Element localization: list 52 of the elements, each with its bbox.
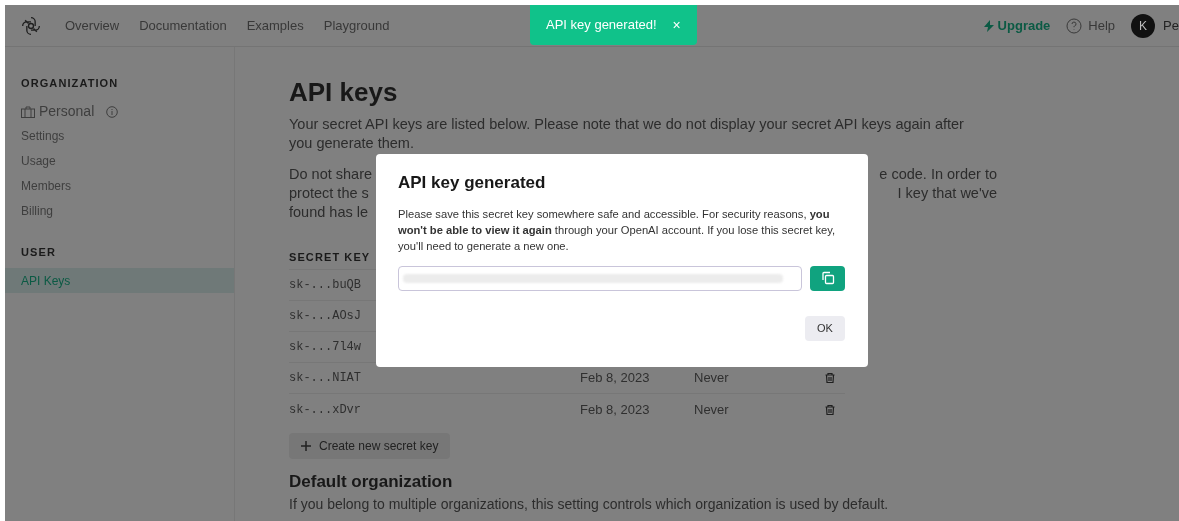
dialog-title: API key generated <box>398 172 547 194</box>
dialog-message: Please save this secret key somewhere safe and accessible. For security reasons, you won't be able to view it again through your OpenAI account. If you lose this secret key, you'll need to generate a new one. <box>398 206 837 254</box>
nav-link[interactable]: Playground <box>323 15 390 36</box>
key-cell-text: sk-...xDvr <box>289 401 362 419</box>
last-used-cell-text: Never <box>694 400 730 419</box>
key-cell-text: sk-...buQB <box>289 277 362 294</box>
ok-button[interactable]: OK <box>805 315 845 341</box>
sidebar-item[interactable]: API Keys <box>5 268 234 293</box>
notice-text: I key that we've <box>897 184 997 203</box>
sidebar-item[interactable]: Settings <box>5 123 234 149</box>
key-cell-text: sk-...AOsJ <box>289 308 362 325</box>
plus-icon <box>301 441 311 451</box>
upgrade-link[interactable]: Upgrade <box>983 15 1051 36</box>
notice-text: found has le <box>289 203 368 222</box>
logo-icon[interactable] <box>21 15 41 36</box>
info-icon[interactable] <box>106 105 119 118</box>
page-title: API keys <box>289 77 399 107</box>
date-cell-text: Feb 8, 2023 <box>580 369 651 388</box>
nav-link[interactable]: Overview <box>65 15 120 36</box>
user-avatar[interactable]: K <box>1131 13 1156 38</box>
section-text: If you belong to multiple organizations, this setting controls which organization is used by default. <box>289 495 890 512</box>
help-icon <box>1066 17 1083 34</box>
help-link[interactable]: Help <box>1066 15 1116 36</box>
intro-text: Your secret API keys are listed below. Please note that we do not display your secret API keys again after you generate them. <box>289 115 965 153</box>
last-used-cell-text: Never <box>694 369 730 388</box>
section-title: Default organization <box>289 471 454 493</box>
copy-icon <box>820 271 835 285</box>
secret-key-field[interactable] <box>398 265 802 291</box>
trash-icon[interactable] <box>824 403 836 416</box>
sidebar-item[interactable]: Billing <box>5 198 234 224</box>
notice-text: e code. In order to <box>879 165 997 184</box>
user-name[interactable]: Pe <box>1163 15 1179 36</box>
key-cell-text: sk-...7l4w <box>289 339 362 356</box>
nav-link[interactable]: Examples <box>246 15 304 36</box>
sidebar-item[interactable]: Members <box>5 173 234 199</box>
date-cell-text: Feb 8, 2023 <box>580 400 651 419</box>
notice-text: Do not share <box>289 165 373 184</box>
sidebar-heading: USER <box>20 244 57 260</box>
create-key-button[interactable]: Create new secret key <box>289 433 451 459</box>
nav-link[interactable]: Documentation <box>139 15 227 36</box>
lightning-icon <box>983 19 994 32</box>
sidebar-item[interactable]: Usage <box>5 148 234 174</box>
column-header: SECRET KEY <box>289 250 371 266</box>
close-button[interactable]: × <box>672 14 681 36</box>
copy-button[interactable] <box>810 265 845 291</box>
notice-text: protect the s <box>289 184 369 203</box>
toast-message: API key generated! <box>546 16 657 35</box>
sidebar-heading: ORGANIZATION <box>20 76 120 91</box>
briefcase-icon <box>21 105 35 118</box>
key-cell-text: sk-...NIAT <box>289 370 362 387</box>
trash-icon[interactable] <box>824 372 836 384</box>
sidebar-item[interactable]: Personal <box>5 99 234 124</box>
